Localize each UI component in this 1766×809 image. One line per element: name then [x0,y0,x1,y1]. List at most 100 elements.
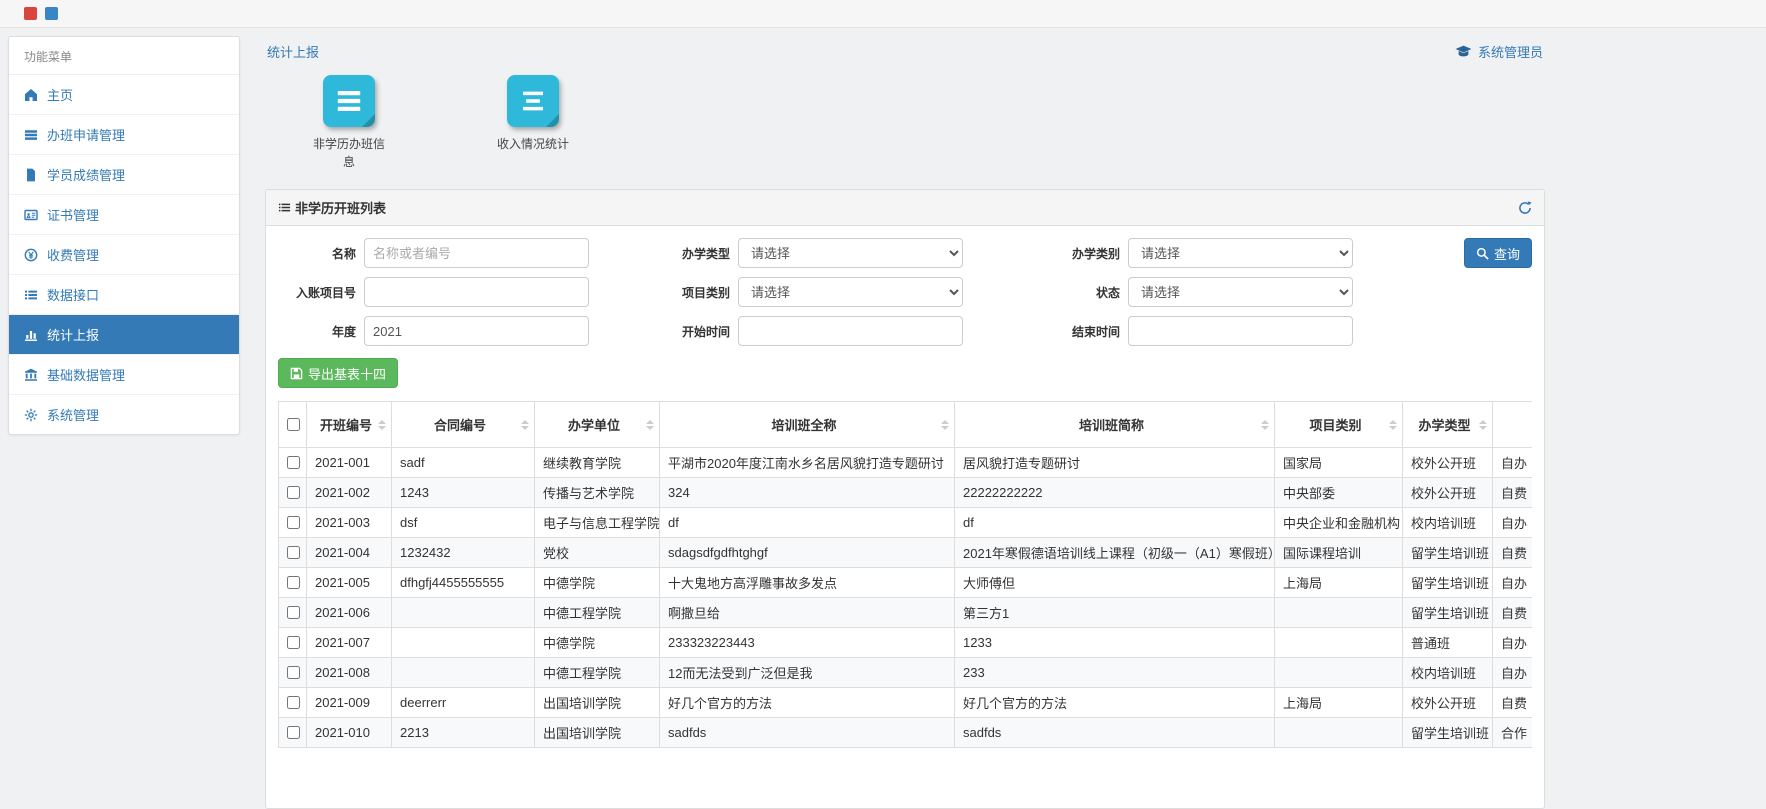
cell-contract-no: 1232432 [392,538,535,568]
select-all-checkbox[interactable] [287,418,300,431]
sidebar-item[interactable]: 主页 [9,75,239,115]
cell-unit: 中德工程学院 [535,598,660,628]
column-header[interactable]: 合同编号 [392,402,535,448]
table-row: 2021-003 dsf 电子与信息工程学院 df df 中央企业和金融机构 校… [279,508,1533,538]
cell-contract-no: dsf [392,508,535,538]
school-category-select[interactable]: 请选择 [1128,238,1353,268]
sidebar-item[interactable]: 系统管理 [9,395,239,434]
cell-short-name: 1233 [955,628,1275,658]
sort-arrows-icon [1389,420,1397,430]
cell-project-category: 上海局 [1275,688,1403,718]
row-checkbox[interactable] [287,636,300,649]
shortcut-tile[interactable]: 非学历办班信息 [305,75,393,171]
sidebar-item[interactable]: 数据接口 [9,275,239,315]
sidebar-item[interactable]: 学员成绩管理 [9,155,239,195]
cell-class-no: 2021-004 [307,538,392,568]
panel-body: 名称 办学类型 请选择 办学类别 请选择 查询 [266,226,1544,760]
row-checkbox[interactable] [287,516,300,529]
sidebar-item-label: 证书管理 [47,205,99,224]
cell-run-mode: 自办 [1493,508,1533,538]
cell-full-name: 啊撒旦给 [660,598,955,628]
column-header[interactable]: 办学类型 [1403,402,1493,448]
column-header[interactable]: 培训班全称 [660,402,955,448]
cell-project-category: 上海局 [1275,568,1403,598]
school-type-select[interactable]: 请选择 [738,238,963,268]
start-time-input[interactable] [738,316,963,346]
export-button[interactable]: 导出基表十四 [278,358,398,388]
column-header[interactable]: 开班编号 [307,402,392,448]
sidebar-item-label: 统计上报 [47,325,99,344]
cell-run-mode: 自办 [1493,568,1533,598]
filter-form: 名称 办学类型 请选择 办学类别 请选择 查询 [278,238,1532,346]
cell-project-category [1275,658,1403,688]
cell-school-type: 校内培训班 [1403,658,1493,688]
bank-icon [24,368,38,382]
table-body: 2021-001 sadf 继续教育学院 平湖市2020年度江南水乡名居风貌打造… [279,448,1533,748]
cell-class-no: 2021-003 [307,508,392,538]
cell-project-category [1275,628,1403,658]
row-checkbox[interactable] [287,696,300,709]
sidebar-item[interactable]: 基础数据管理 [9,355,239,395]
row-checkbox[interactable] [287,726,300,739]
name-label: 名称 [278,245,364,262]
row-checkbox[interactable] [287,666,300,679]
money-icon [24,248,38,262]
school-type-label: 办学类型 [608,245,738,262]
cell-project-category [1275,718,1403,748]
row-checkbox[interactable] [287,456,300,469]
cell-short-name: 大师傅但 [955,568,1275,598]
cell-full-name: 平湖市2020年度江南水乡名居风貌打造专题研讨 [660,448,955,478]
column-header[interactable]: 办 [1493,402,1533,448]
refresh-icon[interactable] [1518,201,1532,215]
cell-run-mode: 自费 [1493,478,1533,508]
sort-arrows-icon [521,420,529,430]
list-lines-icon [323,75,375,127]
table-header-row: 开班编号 合同编号 办学单位 [279,402,1533,448]
cell-unit: 继续教育学院 [535,448,660,478]
project-category-select[interactable]: 请选择 [738,277,963,307]
sidebar-item[interactable]: 统计上报 [9,315,239,355]
end-time-input[interactable] [1128,316,1353,346]
cell-school-type: 留学生培训班 [1403,568,1493,598]
table-row: 2021-009 deerrerr 出国培训学院 好几个官方的方法 好几个官方的… [279,688,1533,718]
sidebar-item[interactable]: 证书管理 [9,195,239,235]
shortcut-tile[interactable]: 收入情况统计 [489,75,577,171]
row-checkbox[interactable] [287,486,300,499]
breadcrumb-row: 统计上报 系统管理员 [265,36,1545,61]
cell-contract-no: deerrerr [392,688,535,718]
name-input[interactable] [364,238,589,268]
year-label: 年度 [278,323,364,340]
row-checkbox[interactable] [287,546,300,559]
row-checkbox[interactable] [287,606,300,619]
year-input[interactable] [364,316,589,346]
sidebar-item[interactable]: 收费管理 [9,235,239,275]
panel-title: 非学历开班列表 [295,198,386,217]
cell-contract-no [392,598,535,628]
sidebar-item[interactable]: 办班申请管理 [9,115,239,155]
column-header[interactable]: 项目类别 [1275,402,1403,448]
account-no-input[interactable] [364,277,589,307]
cell-class-no: 2021-008 [307,658,392,688]
sidebar-item-label: 主页 [47,85,73,104]
cell-class-no: 2021-007 [307,628,392,658]
row-checkbox[interactable] [287,576,300,589]
column-header[interactable]: 培训班简称 [955,402,1275,448]
school-category-label: 办学类别 [998,245,1128,262]
column-header[interactable]: 办学单位 [535,402,660,448]
sort-arrows-icon [941,420,949,430]
user-badge[interactable]: 系统管理员 [1455,42,1543,61]
query-button[interactable]: 查询 [1464,238,1532,268]
status-select[interactable]: 请选择 [1128,277,1353,307]
start-time-label: 开始时间 [608,323,738,340]
cell-full-name: 好几个官方的方法 [660,688,955,718]
cell-unit: 中德学院 [535,568,660,598]
cell-unit: 党校 [535,538,660,568]
cell-class-no: 2021-006 [307,598,392,628]
cell-full-name: df [660,508,955,538]
sort-arrows-icon [1261,420,1269,430]
panel-heading: 非学历开班列表 [266,190,1544,226]
cell-school-type: 留学生培训班 [1403,718,1493,748]
cell-project-category: 国家局 [1275,448,1403,478]
account-no-label: 入账项目号 [278,284,364,301]
table-row: 2021-007 中德学院 233323223443 1233 普通班 自办 [279,628,1533,658]
